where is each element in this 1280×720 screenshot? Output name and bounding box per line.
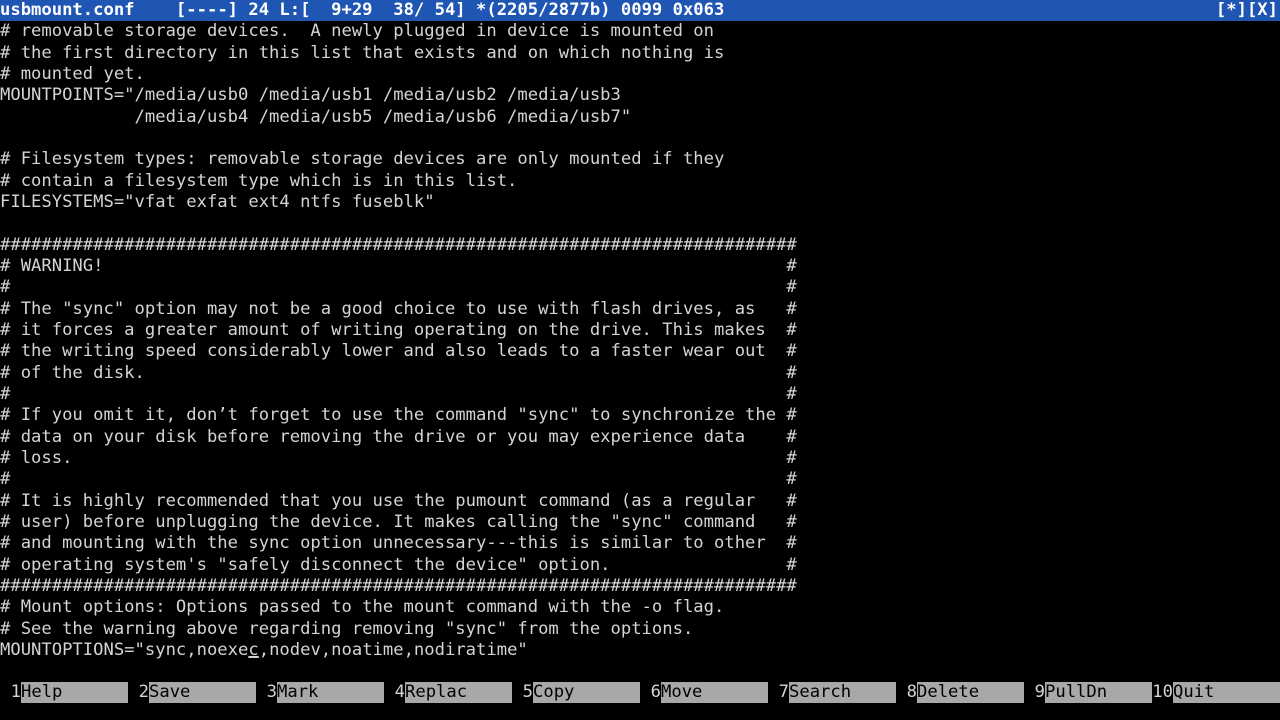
fkey-label: Replac [405,682,512,704]
fkey-number: 4 [384,682,405,704]
editor-text-area[interactable]: # removable storage devices. A newly plu… [0,21,1280,661]
code-line[interactable]: # the first directory in this list that … [0,43,1280,64]
code-line[interactable]: # operating system's "safely disconnect … [0,555,1280,576]
cursor-position-info: [----] 24 L:[ 9+29 38/ 54] *(2205/2877b)… [134,0,725,20]
fkey-label: Quit [1173,682,1280,704]
code-line[interactable]: # loss. # [0,448,1280,469]
cursor-code-line[interactable]: MOUNTOPTIONS="sync,noexec,nodev,noatime,… [0,640,1280,661]
status-left: usbmount.conf [----] 24 L:[ 9+29 38/ 54]… [0,0,724,21]
code-line[interactable]: # and mounting with the sync option unne… [0,533,1280,554]
code-line[interactable]: # user) before unplugging the device. It… [0,512,1280,533]
f10-quit-button[interactable]: 10 Quit [1152,682,1280,704]
f5-copy-button[interactable]: 5 Copy [512,682,640,704]
fkey-label: PullDn [1045,682,1152,704]
f1-help-button[interactable]: 1 Help [0,682,128,704]
f4-replace-button[interactable]: 4 Replac [384,682,512,704]
code-line[interactable]: ########################################… [0,576,1280,597]
fkey-label: Search [789,682,896,704]
code-line[interactable]: /media/usb4 /media/usb5 /media/usb6 /med… [0,107,1280,128]
function-key-bar: 1 Help 2 Save 3 Mark 4 Replac 5 Copy 6 Move 7S… [0,682,1280,704]
status-bar: usbmount.conf [----] 24 L:[ 9+29 38/ 54]… [0,0,1280,22]
fkey-number: 5 [512,682,533,704]
code-line[interactable]: # removable storage devices. A newly plu… [0,21,1280,42]
code-line[interactable]: # it forces a greater amount of writing … [0,320,1280,341]
code-line[interactable]: # # [0,384,1280,405]
fkey-label: Help [21,682,128,704]
code-line[interactable]: FILESYSTEMS="vfat exfat ext4 ntfs fusebl… [0,192,1280,213]
fkey-label: Delete [917,682,1024,704]
code-line[interactable]: ########################################… [0,235,1280,256]
fkey-number: 10 [1152,682,1173,704]
f2-save-button[interactable]: 2 Save [128,682,256,704]
text-cursor: c [248,639,259,660]
code-line[interactable] [0,213,1280,234]
status-flags[interactable]: [*][X] [1216,0,1278,21]
fkey-label: Mark [277,682,384,704]
fkey-number: 6 [640,682,661,704]
f7-search-button[interactable]: 7 Search [768,682,896,704]
code-line[interactable]: # contain a filesystem type which is in … [0,171,1280,192]
fkey-number: 8 [896,682,917,704]
code-line[interactable]: # It is highly recommended that you use … [0,491,1280,512]
code-line[interactable]: # If you omit it, don’t forget to use th… [0,405,1280,426]
fkey-number: 9 [1024,682,1045,704]
fkey-number: 3 [256,682,277,704]
code-line[interactable]: # data on your disk before removing the … [0,427,1280,448]
file-name: usbmount.conf [0,0,135,20]
fkey-label: Save [149,682,256,704]
code-line[interactable]: # Mount options: Options passed to the m… [0,597,1280,618]
code-line[interactable]: # the writing speed considerably lower a… [0,341,1280,362]
fkey-label: Copy [533,682,640,704]
fkey-number: 7 [768,682,789,704]
code-line[interactable]: MOUNTPOINTS="/media/usb0 /media/usb1 /me… [0,85,1280,106]
code-line[interactable]: # mounted yet. [0,64,1280,85]
code-line[interactable]: # # [0,277,1280,298]
f3-mark-button[interactable]: 3 Mark [256,682,384,704]
fkey-label: Move [661,682,768,704]
code-line[interactable]: # The "sync" option may not be a good ch… [0,299,1280,320]
f9-pulldown-button[interactable]: 9 PullDn [1024,682,1152,704]
code-line[interactable] [0,128,1280,149]
code-line[interactable]: # of the disk. # [0,363,1280,384]
code-line[interactable]: # WARNING! # [0,256,1280,277]
text-after-cursor: ,nodev,noatime,nodiratime" [258,639,528,660]
code-line[interactable]: # Filesystem types: removable storage de… [0,149,1280,170]
fkey-number: 2 [128,682,149,704]
f6-move-button[interactable]: 6 Move [640,682,768,704]
fkey-number: 1 [0,682,21,704]
code-line[interactable]: # # [0,469,1280,490]
code-line[interactable]: # See the warning above regarding removi… [0,619,1280,640]
text-before-cursor: MOUNTOPTIONS="sync,noexe [0,639,249,660]
f8-delete-button[interactable]: 8 Delete [896,682,1024,704]
